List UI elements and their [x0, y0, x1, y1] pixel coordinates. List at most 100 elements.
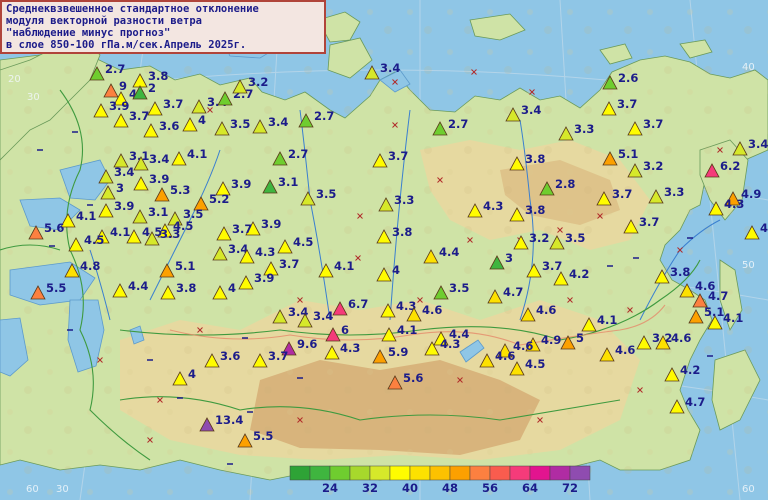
legend-swatch: [449, 465, 471, 481]
station-value: 4: [760, 221, 768, 235]
grid-label: 20: [8, 74, 21, 85]
station-value: 4.3: [724, 197, 744, 211]
station-value: 4.7: [503, 285, 523, 299]
station-value: 4.3: [440, 337, 460, 351]
legend-swatch: [549, 465, 571, 481]
station-value: 3.7: [232, 222, 252, 236]
legend-label: 72: [562, 481, 578, 495]
station-value: 3.7: [639, 215, 659, 229]
station-value: 5.1: [175, 259, 195, 273]
station-value: 4: [392, 263, 400, 277]
station-value: 3.5: [449, 281, 469, 295]
station-value: 4.6: [615, 343, 635, 357]
station-value: 6: [341, 323, 349, 337]
legend-swatch: [409, 465, 431, 481]
legend-swatch: [469, 465, 491, 481]
station-value: 3.3: [574, 122, 594, 136]
legend-swatch: [429, 465, 451, 481]
station-value: 3.2: [248, 75, 268, 89]
station-value: 3.7: [129, 109, 149, 123]
legend-label: 64: [522, 481, 538, 495]
station-value: 5.6: [44, 221, 64, 235]
station-value: 2.7: [314, 109, 334, 123]
station-value: 4.5: [84, 233, 104, 247]
station-value: 4.2: [569, 267, 589, 281]
station-value: 2.6: [618, 71, 638, 85]
title-line-3: "наблюдение минус прогноз": [6, 27, 171, 39]
legend-swatch: [329, 465, 351, 481]
legend-swatch: [289, 465, 311, 481]
station-value: 2.8: [555, 177, 575, 191]
station-value: 4.1: [110, 225, 130, 239]
legend-label: 24: [322, 481, 338, 495]
station-value: 3.7: [268, 349, 288, 363]
grid-label: 40: [742, 62, 755, 73]
station-value: 3.2: [529, 231, 549, 245]
station-value: 4.6: [671, 331, 691, 345]
station-value: 5.5: [46, 281, 66, 295]
station-value: 6.7: [348, 297, 368, 311]
station-value: 3.4: [380, 61, 400, 75]
station-value: 3.8: [525, 152, 545, 166]
station-value: 3.8: [176, 281, 196, 295]
station-value: 3.9: [114, 199, 134, 213]
station-value: 5: [576, 331, 584, 345]
station-value: 3.9: [231, 177, 251, 191]
station-value: 4.6: [495, 349, 515, 363]
station-value: 4.1: [597, 313, 617, 327]
station-value: 3.7: [388, 149, 408, 163]
station-value: 4.9: [541, 333, 561, 347]
legend-label: 40: [402, 481, 418, 495]
station-value: 4.1: [187, 147, 207, 161]
station-value: 5.9: [388, 345, 408, 359]
station-value: 5.3: [170, 183, 190, 197]
station-value: 3.1: [148, 205, 168, 219]
station-value: 3.9: [254, 271, 274, 285]
legend-label: 56: [482, 481, 498, 495]
station-value: 3.3: [394, 193, 414, 207]
station-value: 4.3: [483, 199, 503, 213]
legend-swatch: [389, 465, 411, 481]
station-value: 9: [119, 79, 127, 93]
station-value: 4.4: [128, 279, 148, 293]
legend-swatch: [569, 465, 591, 481]
legend-swatch: [489, 465, 511, 481]
station-value: 3.1: [278, 175, 298, 189]
station-value: 3.7: [542, 259, 562, 273]
station-value: 3.3: [664, 185, 684, 199]
station-value: 3.5: [565, 231, 585, 245]
station-value: 4.2: [680, 363, 700, 377]
station-value: 3: [116, 181, 124, 195]
station-value: 3.5: [316, 187, 336, 201]
grid-label: 30: [27, 92, 40, 103]
station-value: 3.8: [392, 225, 412, 239]
station-value: 4.3: [255, 245, 275, 259]
station-value: 4.3: [340, 341, 360, 355]
station-value: 3.8: [525, 203, 545, 217]
title-line-2: модуля векторной разности ветра: [6, 15, 202, 27]
map-canvas: 203040506060 30 2.7 3.894 23.9 3.7 3.42.73.23…: [0, 0, 768, 500]
station-value: 4: [228, 281, 236, 295]
station-value: 3.9: [261, 217, 281, 231]
station-value: 4.7: [685, 395, 705, 409]
station-value: 4: [188, 367, 196, 381]
station-value: 3.9: [109, 99, 129, 113]
legend-swatch: [509, 465, 531, 481]
station-value: 2.7: [448, 117, 468, 131]
station-value: 4.6: [422, 303, 442, 317]
station-value: 4.4: [439, 245, 459, 259]
station-value: 3.4: [149, 152, 169, 166]
station-value: 3.4: [521, 103, 541, 117]
station-value: 3.7: [643, 117, 663, 131]
station-value: 4.7: [708, 289, 728, 303]
grid-label: 30: [56, 484, 69, 495]
station-value: 9.6: [297, 337, 317, 351]
station-value: 4.1: [723, 311, 743, 325]
station-value: 2: [148, 81, 156, 95]
station-value: 3.4: [268, 115, 288, 129]
station-value: 3.6: [159, 119, 179, 133]
legend-label: 32: [362, 481, 378, 495]
station-value: 3.7: [617, 97, 637, 111]
station-value: 3.4: [313, 309, 333, 323]
station-value: 3: [505, 251, 513, 265]
